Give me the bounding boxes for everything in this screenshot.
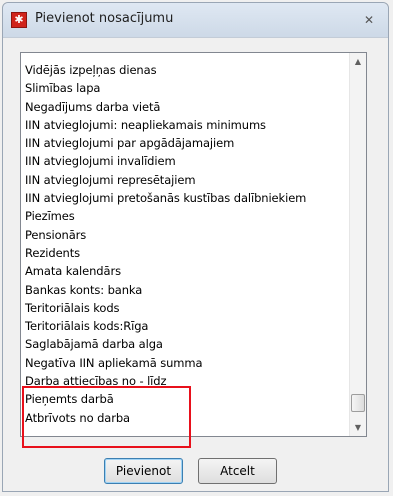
- list-item[interactable]: Pensionārs: [24, 226, 346, 244]
- list-item[interactable]: IIN atvieglojumi represētajiem: [24, 171, 346, 189]
- title-bar[interactable]: ✱ Pievienot nosacījumu ✕: [3, 3, 388, 38]
- list-item[interactable]: Negatīva IIN apliekamā summa: [24, 354, 346, 372]
- cancel-button[interactable]: Atcelt: [198, 458, 277, 484]
- list-item[interactable]: IIN atvieglojumi: neapliekamais minimums: [24, 116, 346, 134]
- list-item[interactable]: Rezidents: [24, 244, 346, 262]
- list-item[interactable]: IIN atvieglojumi pretošanās kustības dal…: [24, 189, 346, 207]
- scroll-down-arrow-icon[interactable]: ▼: [350, 419, 366, 436]
- list-item[interactable]: IIN atvieglojumi par apgādājamajiem: [24, 134, 346, 152]
- add-button[interactable]: Pievienot: [104, 458, 183, 484]
- close-button[interactable]: ✕: [360, 12, 378, 28]
- scroll-up-arrow-icon[interactable]: ▲: [350, 53, 366, 70]
- list-item[interactable]: Teritoriālais kods:Rīga: [24, 317, 346, 335]
- list-item[interactable]: IIN atvieglojumi invalīdiem: [24, 152, 346, 170]
- list-item[interactable]: Teritoriālais kods: [24, 299, 346, 317]
- list-item[interactable]: Darba attiecības no - līdz: [24, 372, 346, 390]
- window-title: Pievienot nosacījumu: [35, 11, 174, 26]
- vertical-scrollbar[interactable]: ▲ ▼: [349, 53, 366, 436]
- app-icon: ✱: [11, 12, 27, 28]
- list-item[interactable]: Negadījums darba vietā: [24, 98, 346, 116]
- list-item[interactable]: Slimības lapa: [24, 79, 346, 97]
- list-item[interactable]: Vidējās izpeļņas dienas: [24, 61, 346, 79]
- list-item[interactable]: Saglabājamā darba alga: [24, 335, 346, 353]
- condition-list[interactable]: Vidējās izpeļņas dienas Slimības lapa Nega…: [20, 52, 367, 437]
- list-item[interactable]: Amata kalendārs: [24, 262, 346, 280]
- list-item[interactable]: Bankas konts: banka: [24, 281, 346, 299]
- list-item[interactable]: Piezīmes: [24, 207, 346, 225]
- list-item[interactable]: Pieņemts darbā: [24, 390, 346, 408]
- list-item[interactable]: Atbrīvots no darba: [24, 409, 346, 427]
- scrollbar-thumb[interactable]: [351, 394, 365, 413]
